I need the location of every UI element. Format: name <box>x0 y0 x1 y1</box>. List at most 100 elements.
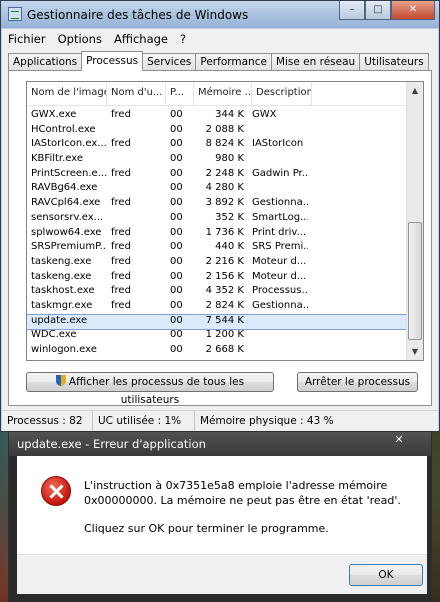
process-user <box>107 315 166 330</box>
scroll-thumb[interactable] <box>408 222 422 340</box>
process-row[interactable]: RAVCpl64.exe fred 00 3 892 K Gestionna... <box>27 197 407 212</box>
process-cpu: 00 <box>170 270 183 282</box>
title-bar[interactable]: Gestionnaire des tâches de Windows – □ ✕ <box>1 1 439 28</box>
menu-help[interactable]: ? <box>174 29 192 48</box>
process-row[interactable]: winlogon.exe 00 2 668 K <box>27 344 407 359</box>
process-user <box>107 344 166 359</box>
process-memory: 4 352 K <box>205 285 244 297</box>
process-user <box>107 153 166 168</box>
process-name: PrintScreen.e... <box>31 167 107 179</box>
vertical-scrollbar[interactable]: ▲ ▼ <box>406 82 423 360</box>
client-area: Applications Processus Services Performa… <box>2 48 438 428</box>
uac-shield-icon <box>55 375 66 386</box>
process-name: taskeng.exe <box>31 255 92 267</box>
error-body: L'instruction à 0x7351e5a8 emploie l'adr… <box>17 456 427 594</box>
process-memory: 1 200 K <box>205 329 244 341</box>
scroll-up-arrow-icon[interactable]: ▲ <box>407 82 423 99</box>
window-title: Gestionnaire des tâches de Windows <box>27 8 249 22</box>
tab-processus[interactable]: Processus <box>81 51 144 71</box>
error-hint: Cliquez sur OK pour terminer le programm… <box>84 522 329 535</box>
process-row[interactable]: splwow64.exe fred 00 1 736 K Print driv... <box>27 227 407 242</box>
process-memory: 440 K <box>215 241 244 253</box>
column-memory[interactable]: Mémoire ... <box>194 82 252 106</box>
maximize-button[interactable]: □ <box>365 1 391 20</box>
menu-affichage[interactable]: Affichage <box>108 29 174 48</box>
process-row[interactable]: RAVBg64.exe 00 4 280 K <box>27 182 407 197</box>
close-button[interactable]: ✕ <box>391 1 435 20</box>
process-description: SmartLog... <box>252 211 308 223</box>
process-memory: 2 668 K <box>205 344 244 355</box>
process-row[interactable]: taskhost.exe fred 00 4 352 K Processus... <box>27 285 407 300</box>
process-row[interactable]: taskeng.exe fred 00 2 156 K Moteur d... <box>27 271 407 286</box>
process-cpu: 00 <box>170 299 183 311</box>
process-cpu: 00 <box>170 329 183 341</box>
process-row[interactable]: taskmgr.exe fred 00 2 824 K Gestionna... <box>27 300 407 315</box>
ok-button[interactable]: OK <box>349 564 423 586</box>
tab-utilisateurs[interactable]: Utilisateurs <box>359 53 429 71</box>
process-memory: 7 544 K <box>205 314 244 326</box>
process-row[interactable]: HControl.exe 00 2 088 K <box>27 124 407 139</box>
process-cpu: 00 <box>170 197 183 209</box>
tab-applications[interactable]: Applications <box>8 53 83 71</box>
process-memory: 3 892 K <box>205 197 244 209</box>
show-all-processes-label: Afficher les processus de tous les utili… <box>68 376 245 406</box>
processes-panel: Nom de l'image Nom d'u... P... Mémoire .… <box>8 70 432 406</box>
scroll-down-arrow-icon[interactable]: ▼ <box>407 343 423 360</box>
process-user: fred <box>111 197 131 209</box>
minimize-button[interactable]: – <box>339 1 365 20</box>
process-row[interactable]: PrintScreen.e... fred 00 2 248 K Gadwin Pr..… <box>27 168 407 183</box>
process-cpu: 00 <box>170 123 183 135</box>
process-name: splwow64.exe <box>31 226 102 238</box>
process-row[interactable]: taskeng.exe fred 00 2 216 K Moteur d... <box>27 256 407 271</box>
column-description[interactable]: Description <box>252 82 312 106</box>
error-icon <box>41 476 71 506</box>
tab-strip: Applications Processus Services Performa… <box>8 51 429 71</box>
process-row[interactable]: IAStorIcon.ex... fred 00 8 824 K IAStorIcon <box>27 138 407 153</box>
status-memory: Mémoire physique : 43 % <box>200 415 334 427</box>
process-memory: 2 156 K <box>205 270 244 282</box>
process-description: SRS Premi... <box>252 241 308 253</box>
error-title-bar[interactable]: update.exe - Erreur d'application ✕ <box>9 432 431 456</box>
column-user-name[interactable]: Nom d'u... <box>107 82 166 106</box>
process-row[interactable]: KBFiltr.exe 00 980 K <box>27 153 407 168</box>
process-user <box>107 124 166 139</box>
process-row[interactable]: GWX.exe fred 00 344 K GWX <box>27 109 407 124</box>
process-cpu: 00 <box>170 226 183 238</box>
process-memory: 1 736 K <box>205 226 244 238</box>
error-footer: OK <box>17 554 427 594</box>
column-image-name[interactable]: Nom de l'image <box>27 82 107 106</box>
tab-performance[interactable]: Performance <box>195 53 272 71</box>
process-user: fred <box>111 109 131 120</box>
process-memory: 2 824 K <box>205 299 244 311</box>
process-memory: 352 K <box>215 211 244 223</box>
process-user: fred <box>111 138 131 150</box>
process-memory: 4 280 K <box>205 182 244 194</box>
process-row[interactable]: update.exe 00 7 544 K <box>27 313 408 331</box>
menu-options[interactable]: Options <box>52 29 108 48</box>
column-cpu[interactable]: P... <box>166 82 194 106</box>
error-message: L'instruction à 0x7351e5a8 emploie l'adr… <box>84 479 401 507</box>
menu-fichier[interactable]: Fichier <box>2 29 52 48</box>
process-cpu: 00 <box>170 211 183 223</box>
process-memory: 8 824 K <box>205 138 244 150</box>
process-description: GWX <box>252 109 277 120</box>
process-cpu: 00 <box>170 153 183 165</box>
error-close-button[interactable]: ✕ <box>383 432 415 449</box>
tab-services[interactable]: Services <box>142 53 197 71</box>
process-row[interactable]: WDC.exe 00 1 200 K <box>27 329 407 344</box>
process-user: fred <box>111 241 131 253</box>
error-dialog-title: update.exe - Erreur d'application <box>17 437 206 451</box>
end-process-button[interactable]: Arrêter le processus <box>297 372 418 392</box>
process-row[interactable]: sensorsrv.ex... 00 352 K SmartLog... <box>27 212 407 227</box>
process-user <box>107 182 166 197</box>
process-list[interactable]: Nom de l'image Nom d'u... P... Mémoire .… <box>26 81 424 361</box>
tab-mise-en-reseau[interactable]: Mise en réseau <box>270 53 361 71</box>
process-memory: 980 K <box>215 153 244 165</box>
process-description <box>248 315 308 330</box>
status-processes: Processus : 82 <box>2 411 93 431</box>
process-description: Print driv... <box>252 226 307 238</box>
process-row[interactable]: SRSPremiumP... fred 00 440 K SRS Premi... <box>27 241 407 256</box>
show-all-processes-button[interactable]: Afficher les processus de tous les utili… <box>26 372 274 406</box>
process-name: update.exe <box>31 314 88 326</box>
process-name: KBFiltr.exe <box>31 153 84 165</box>
